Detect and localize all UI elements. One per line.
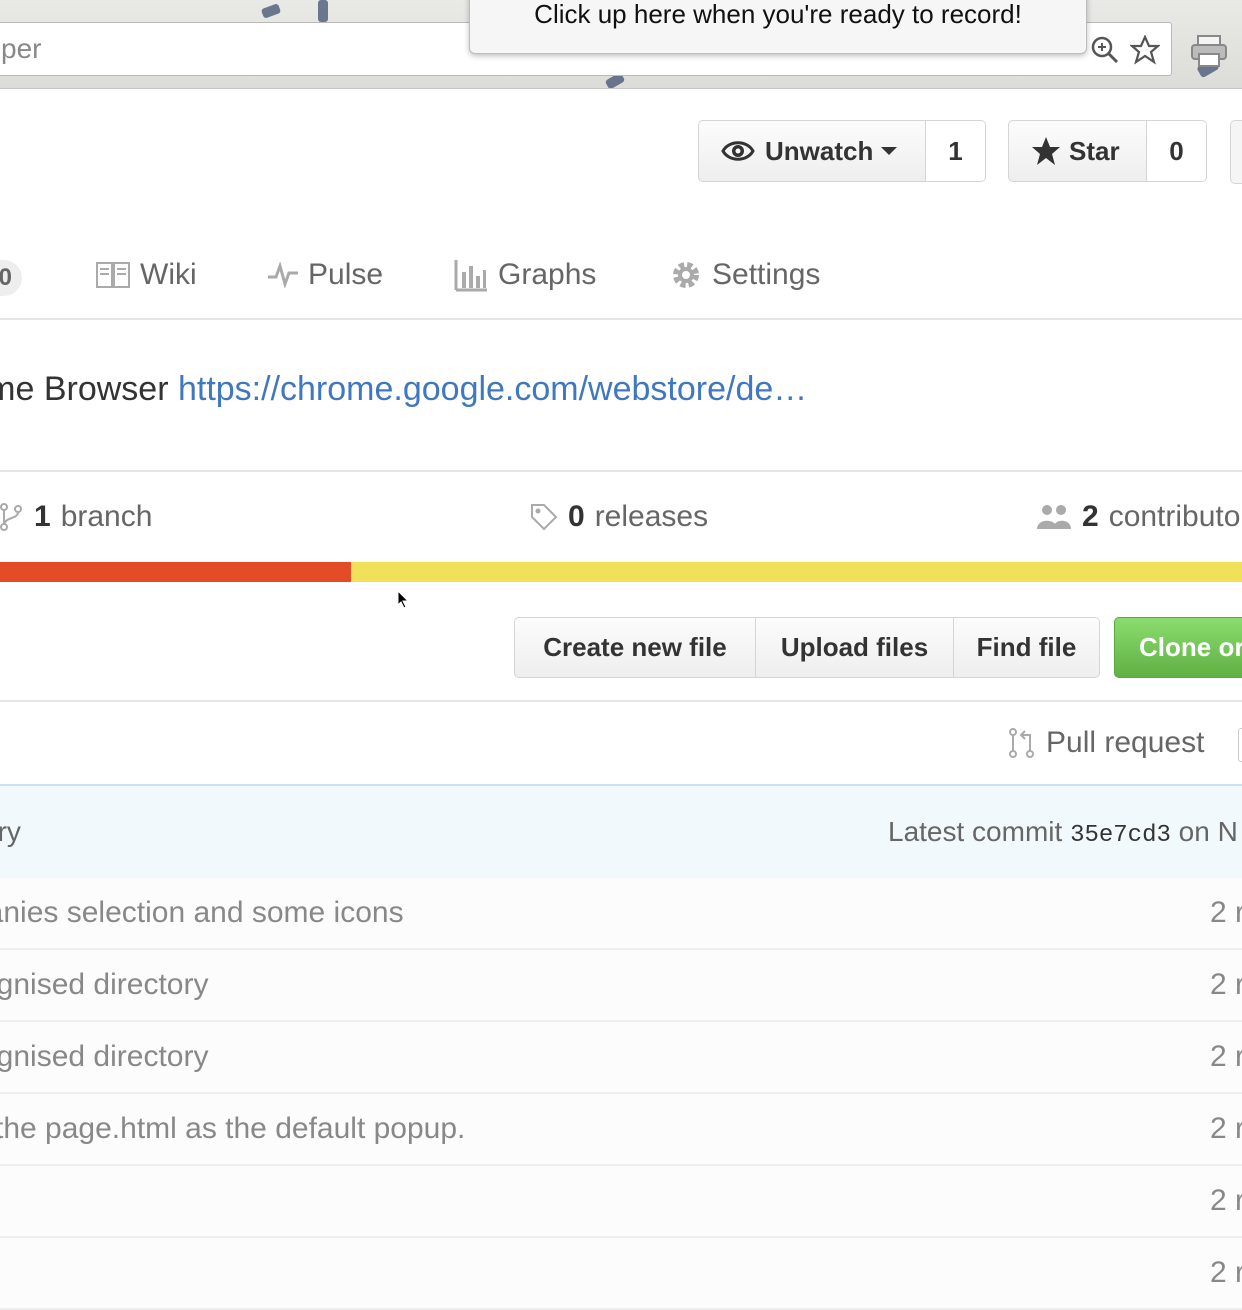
contributors-link[interactable]: 2 contributo — [1036, 500, 1240, 534]
eye-icon — [721, 141, 755, 161]
star-button[interactable]: Star — [1008, 120, 1147, 182]
repo-description-text: hrome Browser — [0, 370, 169, 408]
tab-wiki-label: Wiki — [140, 258, 197, 291]
watch-button-group: Unwatch 1 — [698, 120, 986, 182]
language-bar-segment[interactable] — [0, 562, 352, 582]
people-icon — [1037, 505, 1071, 529]
tab-counter-badge: 0 — [0, 260, 22, 296]
language-bar-segment[interactable] — [351, 562, 1242, 582]
releases-count: 0 — [568, 500, 585, 533]
pull-request-label: Pull request — [1046, 726, 1205, 759]
divider — [0, 700, 1242, 702]
book-icon — [96, 262, 130, 288]
contributors-count: 2 — [1082, 500, 1099, 533]
file-age: 2 r — [1210, 1040, 1242, 1073]
record-tooltip: Click up here when you're ready to recor… — [469, 0, 1087, 54]
tab-graphs[interactable]: Graphs — [454, 258, 596, 292]
clone-button[interactable]: Clone or — [1114, 617, 1242, 678]
file-nav-buttons: Create new file Upload files Find file — [514, 617, 1100, 678]
file-row[interactable]: e the page.html as the default popup. 2 r — [0, 1094, 1242, 1166]
branch-icon — [0, 503, 22, 531]
gear-icon — [673, 262, 699, 288]
clone-button-label: Clone or — [1139, 632, 1242, 662]
file-list: panies selection and some icons 2 r orgni… — [0, 878, 1242, 1310]
background-streak — [318, 0, 328, 22]
record-tooltip-text: Click up here when you're ready to recor… — [534, 0, 1022, 29]
file-age: 2 r — [1210, 896, 1242, 929]
file-row[interactable]: orgnised directory 2 r — [0, 1022, 1242, 1094]
graph-icon — [454, 260, 487, 292]
create-new-file-button[interactable]: Create new file — [514, 617, 756, 678]
contributors-label: contributo — [1108, 500, 1241, 533]
language-bar[interactable] — [0, 562, 1242, 582]
tag-icon — [531, 504, 558, 531]
tab-settings[interactable]: Settings — [670, 258, 820, 292]
unwatch-button[interactable]: Unwatch — [698, 120, 926, 182]
star-icon — [1032, 137, 1060, 165]
releases-link[interactable]: 0 releases — [530, 500, 708, 534]
latest-commit: Latest commit 35e7cd3 on N — [888, 816, 1238, 849]
branches-count: 1 — [34, 500, 51, 533]
repo-homepage-link[interactable]: https://chrome.google.com/webstore/de… — [178, 370, 807, 408]
file-row[interactable]: orgnised directory 2 r — [0, 950, 1242, 1022]
file-age: 2 r — [1210, 1256, 1242, 1289]
pull-request-link[interactable]: Pull request — [1008, 726, 1204, 760]
file-commit-message[interactable]: orgnised directory — [0, 968, 208, 1002]
file-age: 2 r — [1210, 1184, 1242, 1217]
unwatch-label: Unwatch — [765, 135, 874, 166]
background-streak — [260, 3, 282, 19]
star-label: Star — [1069, 135, 1120, 166]
tab-wiki[interactable]: Wiki — [96, 258, 197, 292]
pull-request-icon — [1009, 728, 1034, 758]
repo-nav: 0 Wiki Pulse Graphs Settings — [0, 240, 1242, 320]
bookmark-star-icon[interactable] — [1128, 33, 1162, 67]
watchers-count[interactable]: 1 — [926, 120, 986, 182]
file-age: 2 r — [1210, 968, 1242, 1001]
caret-down-icon — [881, 147, 898, 155]
stargazers-count[interactable]: 0 — [1147, 120, 1207, 182]
latest-commit-suffix: on N — [1178, 816, 1238, 847]
tab-graphs-label: Graphs — [498, 258, 597, 291]
star-button-group: Star 0 — [1008, 120, 1207, 182]
file-commit-message[interactable]: panies selection and some icons — [0, 896, 404, 930]
printer-icon[interactable] — [1190, 34, 1228, 68]
branches-link[interactable]: 1 branch — [0, 500, 152, 534]
file-commit-message[interactable]: e the page.html as the default popup. — [0, 1112, 465, 1146]
upload-files-button[interactable]: Upload files — [756, 617, 954, 678]
file-row[interactable]: 2 r — [0, 1166, 1242, 1238]
mouse-cursor-icon — [397, 590, 410, 609]
commit-tease: ory Latest commit 35e7cd3 on N — [0, 784, 1242, 880]
fork-button-edge[interactable] — [1230, 120, 1242, 184]
tab-settings-label: Settings — [712, 258, 821, 291]
latest-commit-prefix: Latest commit — [888, 816, 1063, 847]
file-row[interactable]: 2 r — [0, 1238, 1242, 1310]
address-bar-url[interactable]: per — [1, 33, 41, 65]
branches-label: branch — [60, 500, 153, 533]
pulse-icon — [268, 262, 298, 288]
tab-pulse[interactable]: Pulse — [268, 258, 383, 292]
commit-message[interactable]: ory — [0, 816, 21, 848]
tab-pulse-label: Pulse — [308, 258, 384, 291]
file-commit-message[interactable]: orgnised directory — [0, 1040, 208, 1074]
repo-description: hrome Browser https://chrome.google.com/… — [0, 370, 807, 409]
file-row[interactable]: panies selection and some icons 2 r — [0, 878, 1242, 950]
zoom-icon[interactable] — [1088, 33, 1122, 67]
file-age: 2 r — [1210, 1112, 1242, 1145]
find-file-button[interactable]: Find file — [954, 617, 1100, 678]
compare-button-edge[interactable] — [1238, 728, 1242, 762]
repo-summary: 1 branch 0 releases 2 contributo — [0, 470, 1242, 562]
releases-label: releases — [594, 500, 709, 533]
commit-sha[interactable]: 35e7cd3 — [1070, 822, 1171, 849]
